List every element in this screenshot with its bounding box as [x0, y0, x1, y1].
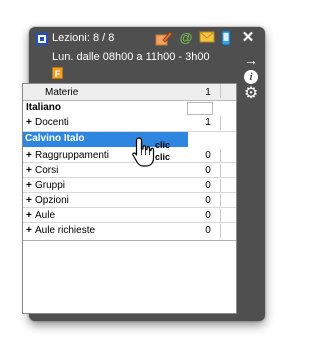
- list-item-count: 0: [205, 210, 211, 221]
- phone-icon[interactable]: [220, 30, 232, 46]
- column-divider: [220, 164, 221, 178]
- expand-plus-icon[interactable]: +: [26, 116, 32, 130]
- docenti-count: 1: [205, 117, 211, 128]
- subject-name: Italiano: [26, 102, 62, 113]
- expand-plus-icon[interactable]: +: [26, 149, 32, 163]
- gear-icon[interactable]: ⚙: [241, 85, 261, 103]
- list-item-count: 0: [205, 150, 211, 161]
- list-item-label: Aule: [35, 210, 56, 221]
- f-badge: F: [52, 67, 63, 79]
- column-divider: [220, 224, 221, 238]
- list-item[interactable]: + Aule richieste 0: [23, 224, 236, 238]
- click-hint-2: clic: [155, 152, 171, 162]
- edit-icon[interactable]: [155, 30, 173, 46]
- docenti-row[interactable]: + Docenti 1: [23, 116, 236, 132]
- list-item[interactable]: + Aule 0: [23, 209, 236, 223]
- lesson-icon: [36, 33, 48, 45]
- subject-value-box: [187, 102, 213, 115]
- expand-plus-icon[interactable]: +: [26, 224, 32, 238]
- teacher-name: Calvino Italo: [25, 133, 85, 144]
- teacher-value-cell: [187, 132, 236, 147]
- at-icon[interactable]: @: [178, 30, 194, 46]
- click-hint-1: clic: [155, 140, 171, 150]
- materie-header-row[interactable]: Materie 1: [23, 84, 236, 101]
- list-end-divider: [23, 240, 236, 241]
- list-item-count: 0: [205, 165, 211, 176]
- list-item-label: Aule richieste: [35, 225, 96, 236]
- list-item-label: Opzioni: [35, 195, 69, 206]
- list-item-label: Raggruppamenti: [35, 150, 109, 161]
- close-icon[interactable]: ✕: [240, 30, 256, 46]
- row-divider: [23, 177, 236, 178]
- column-divider: [220, 84, 221, 98]
- list-item-count: 0: [205, 195, 211, 206]
- list-item[interactable]: + Gruppi 0: [23, 179, 236, 193]
- info-icon[interactable]: i: [241, 67, 261, 85]
- row-divider: [23, 222, 236, 223]
- list-item-count: 0: [205, 180, 211, 191]
- list-item-label: Gruppi: [35, 180, 66, 191]
- column-divider: [220, 149, 221, 163]
- column-divider: [220, 179, 221, 193]
- subject-row[interactable]: Italiano: [23, 101, 236, 116]
- row-divider: [23, 207, 236, 208]
- expand-plus-icon[interactable]: +: [26, 209, 32, 223]
- materie-count: 1: [205, 87, 211, 98]
- lesson-details-panel: Materie 1 Italiano + Docenti 1 Calvino I…: [22, 83, 237, 314]
- lesson-count-title: Lezioni: 8 / 8: [52, 32, 115, 44]
- expand-plus-icon[interactable]: +: [26, 179, 32, 193]
- column-divider: [220, 116, 221, 130]
- lesson-time: Lun. dalle 08h00 a 11h00 - 3h00: [52, 51, 210, 63]
- column-divider: [220, 209, 221, 223]
- list-item[interactable]: + Opzioni 0: [23, 194, 236, 208]
- materie-label: Materie: [45, 87, 79, 98]
- expand-plus-icon[interactable]: +: [26, 164, 32, 178]
- column-divider: [220, 194, 221, 208]
- row-divider: [23, 192, 236, 193]
- list-item-label: Corsi: [35, 165, 59, 176]
- popup-header: Lezioni: 8 / 8 Lun. dalle 08h00 a 11h00 …: [29, 27, 265, 83]
- info-icon-glyph: i: [244, 70, 258, 84]
- docenti-label: Docenti: [35, 117, 69, 128]
- expand-plus-icon[interactable]: +: [26, 194, 32, 208]
- list-item-count: 0: [205, 225, 211, 236]
- mail-icon[interactable]: [199, 30, 215, 46]
